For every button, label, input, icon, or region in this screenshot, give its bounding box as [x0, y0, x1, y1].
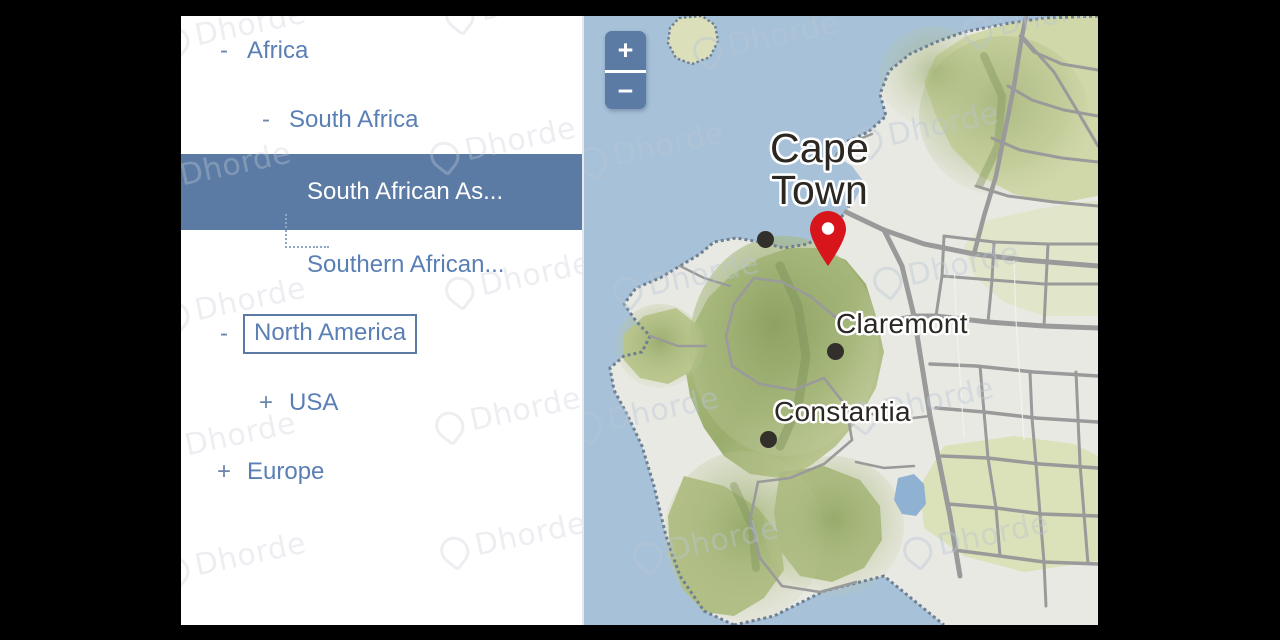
tree-item-europe[interactable]: + Europe: [181, 437, 582, 506]
map-zoom-control[interactable]: + −: [605, 31, 646, 109]
tree-item-north-america[interactable]: - North America: [181, 299, 582, 368]
tree-item-southern-african[interactable]: Southern African...: [181, 214, 582, 299]
tree-toggle-icon[interactable]: +: [253, 390, 279, 415]
region-tree-list: - Africa - South Africa South African As…: [181, 16, 582, 506]
tree-item-label: South African As...: [307, 178, 504, 205]
tree-item-label: Southern African...: [307, 250, 505, 278]
city-dot-constantia: [760, 431, 777, 448]
map-viewport[interactable]: Dhorde Dhorde Dhorde Dhorde Dhorde Dhord…: [582, 16, 1098, 625]
watermark-label: Dhorde: [471, 505, 582, 564]
tree-item-label: South Africa: [289, 105, 419, 133]
tree-toggle-icon[interactable]: -: [211, 321, 237, 346]
zoom-in-button[interactable]: +: [605, 31, 646, 70]
tree-item-label: Africa: [247, 36, 309, 64]
tree-toggle-icon[interactable]: -: [253, 107, 279, 132]
watermark: Dhorde: [181, 526, 309, 591]
droplet-leaf-logo-icon: [434, 530, 476, 571]
map-label-cape-town: Cape Town: [770, 125, 870, 213]
map-label-claremont: Claremont: [836, 308, 968, 339]
map-label-constantia: Constantia: [774, 396, 911, 427]
tree-connector-line-icon: [285, 214, 329, 248]
tree-item-south-african-as[interactable]: South African As...: [181, 154, 582, 230]
zoom-out-button[interactable]: −: [605, 70, 646, 109]
tree-item-label: North America: [243, 313, 418, 354]
tree-item-label: USA: [289, 388, 339, 416]
droplet-leaf-logo-icon: [181, 550, 196, 591]
tree-item-south-africa[interactable]: - South Africa: [181, 85, 582, 154]
tree-item-usa[interactable]: + USA: [181, 368, 582, 437]
map-application-window: Dhorde Dhorde Dhorde Dhorde Dhorde Dhord…: [181, 16, 1098, 625]
watermark-label: Dhorde: [191, 525, 310, 584]
watermark: Dhorde: [434, 505, 582, 571]
tree-item-africa[interactable]: - Africa: [181, 16, 582, 85]
region-tree-panel: Dhorde Dhorde Dhorde Dhorde Dhorde Dhord…: [181, 16, 582, 625]
city-dot-claremont: [827, 343, 844, 360]
tree-item-label: Europe: [247, 457, 325, 485]
location-pin-icon[interactable]: [808, 211, 848, 266]
city-dot-cape-town: [757, 231, 774, 248]
tree-toggle-icon[interactable]: -: [211, 38, 237, 63]
tree-toggle-icon[interactable]: +: [211, 459, 237, 484]
